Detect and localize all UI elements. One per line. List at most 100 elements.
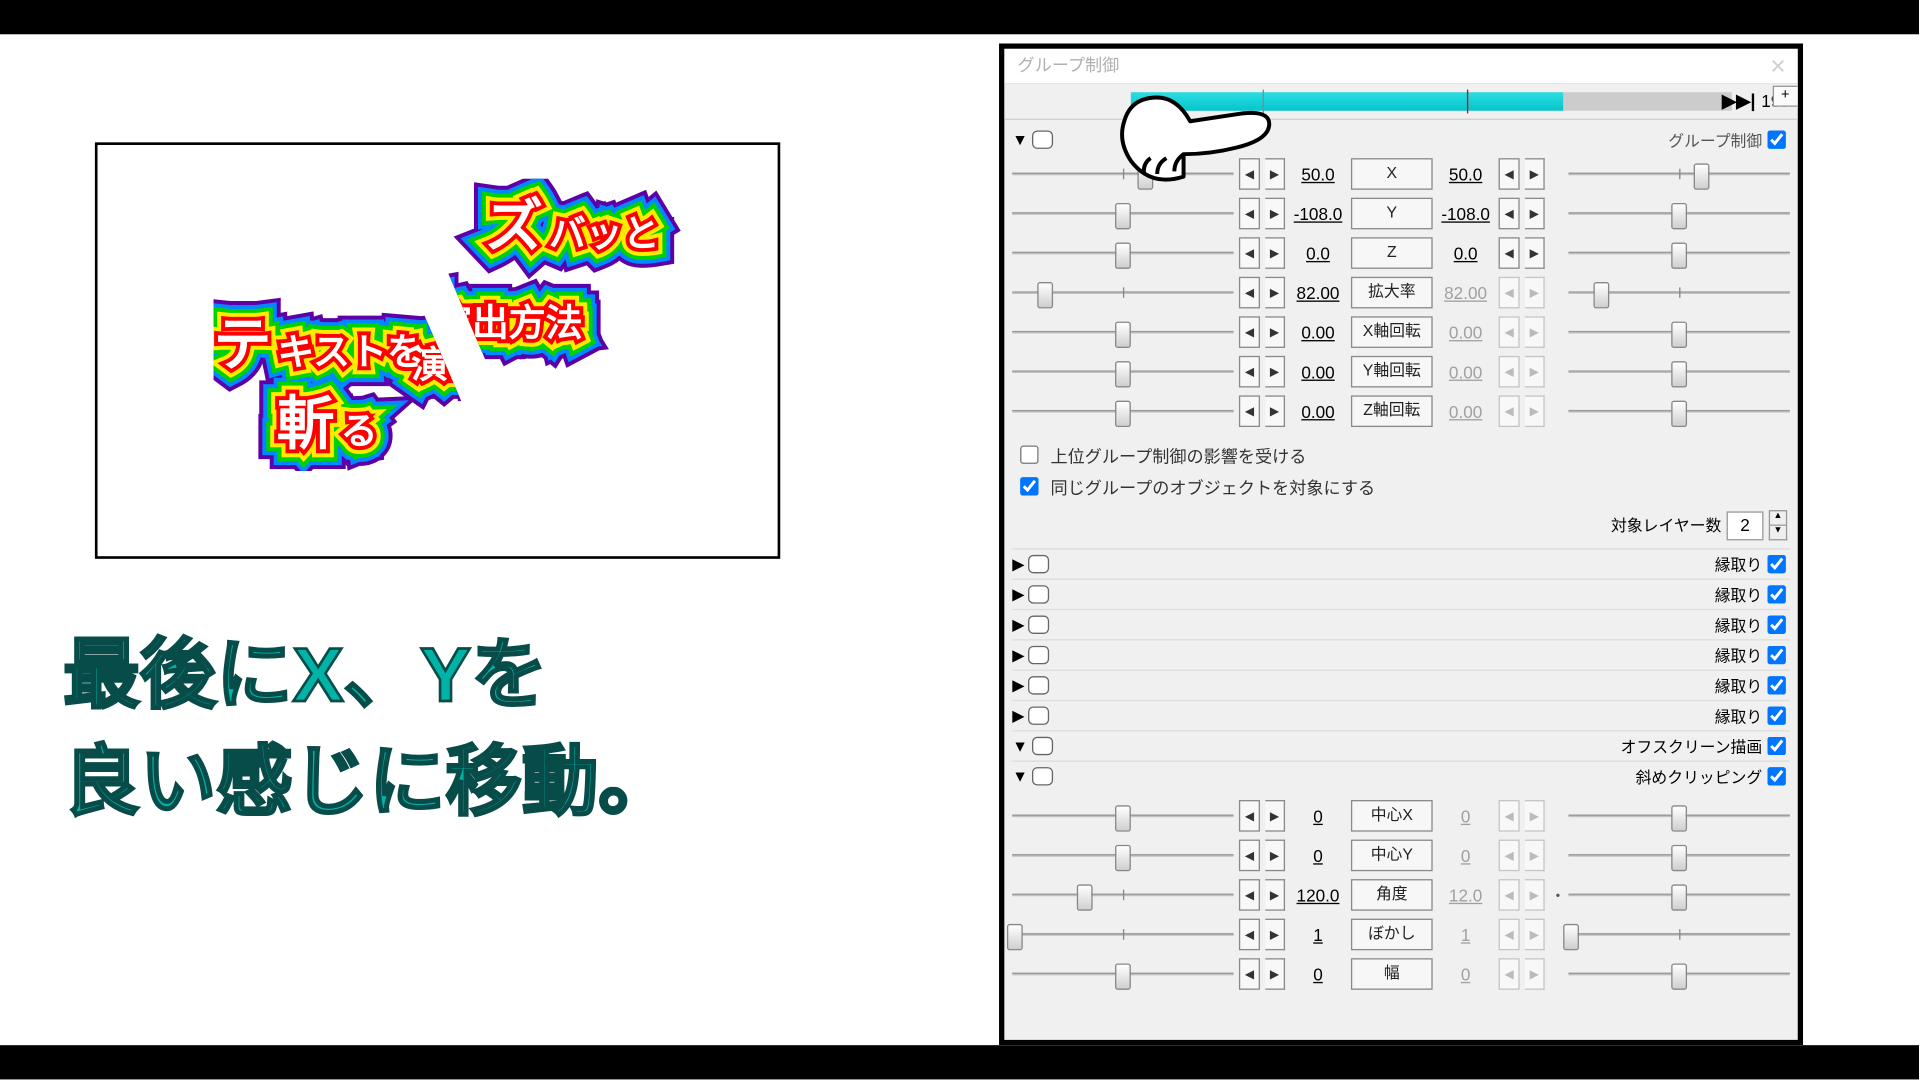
collapse-icon[interactable]: ▶ — [1012, 616, 1024, 634]
step-left-dec[interactable]: ◀ — [1239, 840, 1260, 872]
param-label-button[interactable]: X軸回転 — [1351, 316, 1433, 348]
step-left-inc[interactable]: ▶ — [1265, 237, 1285, 269]
step-left-inc[interactable]: ▶ — [1265, 277, 1285, 309]
param-label-button[interactable]: ぼかし — [1351, 919, 1433, 951]
value-left[interactable]: 0 — [1290, 845, 1345, 865]
layer-count-spinner[interactable]: ▲▼ — [1769, 510, 1787, 540]
effect-check[interactable] — [1767, 737, 1785, 755]
slider-right[interactable] — [1568, 159, 1789, 188]
slider-left[interactable] — [1012, 278, 1233, 307]
effect-check[interactable] — [1767, 676, 1785, 694]
handle-icon[interactable] — [1028, 555, 1049, 573]
slider-right[interactable] — [1568, 841, 1789, 870]
close-icon[interactable] — [1763, 53, 1792, 79]
value-left[interactable]: 0.00 — [1290, 322, 1345, 342]
slider-right[interactable] — [1568, 880, 1789, 909]
step-right-dec[interactable]: ◀ — [1499, 237, 1520, 269]
value-left[interactable]: 0.0 — [1290, 243, 1345, 263]
collapse-icon[interactable]: ▼ — [1012, 737, 1028, 755]
step-left-dec[interactable]: ◀ — [1239, 277, 1260, 309]
value-right[interactable]: 0.00 — [1438, 401, 1493, 421]
param-label-button[interactable]: X — [1351, 158, 1433, 190]
slider-left[interactable] — [1012, 960, 1233, 989]
effect-check[interactable] — [1767, 706, 1785, 724]
step-left-dec[interactable]: ◀ — [1239, 356, 1260, 388]
layer-count-input[interactable]: 2 — [1727, 511, 1764, 540]
value-right[interactable]: 0.0 — [1438, 243, 1493, 263]
slider-left[interactable] — [1012, 841, 1233, 870]
value-right[interactable]: 12.0 — [1438, 885, 1493, 905]
value-left[interactable]: 120.0 — [1290, 885, 1345, 905]
step-right-dec[interactable]: ◀ — [1499, 198, 1520, 230]
value-left[interactable]: 1 — [1290, 925, 1345, 945]
value-right[interactable]: 0 — [1438, 964, 1493, 984]
slider-left[interactable] — [1012, 239, 1233, 268]
value-right[interactable]: -108.0 — [1438, 204, 1493, 224]
step-left-inc[interactable]: ▶ — [1265, 800, 1285, 832]
slider-right[interactable] — [1568, 199, 1789, 228]
step-left-dec[interactable]: ◀ — [1239, 879, 1260, 911]
handle-icon[interactable] — [1028, 585, 1049, 603]
effect-check[interactable] — [1767, 585, 1785, 603]
step-left-inc[interactable]: ▶ — [1265, 840, 1285, 872]
collapse-icon[interactable]: ▼ — [1012, 767, 1028, 785]
param-label-button[interactable]: Y — [1351, 198, 1433, 230]
step-left-inc[interactable]: ▶ — [1265, 879, 1285, 911]
param-label-button[interactable]: 中心X — [1351, 800, 1433, 832]
plus-icon[interactable]: + — [1772, 86, 1798, 107]
step-left-dec[interactable]: ◀ — [1239, 958, 1260, 990]
upper-group-check[interactable] — [1020, 445, 1038, 463]
step-left-inc[interactable]: ▶ — [1265, 395, 1285, 427]
value-left[interactable]: 50.0 — [1290, 164, 1345, 184]
slider-right[interactable] — [1568, 357, 1789, 386]
slider-left[interactable] — [1012, 318, 1233, 347]
slider-left[interactable] — [1012, 880, 1233, 909]
param-label-button[interactable]: 角度 — [1351, 879, 1433, 911]
param-label-button[interactable]: Z軸回転 — [1351, 395, 1433, 427]
slider-left[interactable] — [1012, 397, 1233, 426]
value-right[interactable]: 0.00 — [1438, 322, 1493, 342]
param-label-button[interactable]: 拡大率 — [1351, 277, 1433, 309]
handle-icon[interactable] — [1028, 706, 1049, 724]
slider-left[interactable] — [1012, 920, 1233, 949]
effect-check[interactable] — [1767, 616, 1785, 634]
slider-right[interactable] — [1568, 318, 1789, 347]
slider-right[interactable] — [1568, 239, 1789, 268]
param-label-button[interactable]: Z — [1351, 237, 1433, 269]
value-right[interactable]: 1 — [1438, 925, 1493, 945]
slider-right[interactable] — [1568, 278, 1789, 307]
step-left-inc[interactable]: ▶ — [1265, 919, 1285, 951]
collapse-icon[interactable]: ▼ — [1012, 130, 1028, 148]
param-label-button[interactable]: Y軸回転 — [1351, 356, 1433, 388]
value-left[interactable]: -108.0 — [1290, 204, 1345, 224]
effect-check[interactable] — [1767, 646, 1785, 664]
value-left[interactable]: 0.00 — [1290, 401, 1345, 421]
param-label-button[interactable]: 幅 — [1351, 958, 1433, 990]
step-right-dec[interactable]: ◀ — [1499, 158, 1520, 190]
param-label-button[interactable]: 中心Y — [1351, 840, 1433, 872]
value-right[interactable]: 0 — [1438, 845, 1493, 865]
step-left-inc[interactable]: ▶ — [1265, 316, 1285, 348]
handle-icon[interactable] — [1028, 646, 1049, 664]
handle-icon[interactable] — [1032, 767, 1053, 785]
step-left-dec[interactable]: ◀ — [1239, 237, 1260, 269]
handle-icon[interactable] — [1032, 130, 1053, 148]
value-left[interactable]: 0.00 — [1290, 362, 1345, 382]
step-right-inc[interactable]: ▶ — [1525, 237, 1545, 269]
value-right[interactable]: 82.00 — [1438, 283, 1493, 303]
step-right-inc[interactable]: ▶ — [1525, 158, 1545, 190]
value-right[interactable]: 0.00 — [1438, 362, 1493, 382]
group-control-check[interactable] — [1767, 130, 1785, 148]
collapse-icon[interactable]: ▶ — [1012, 676, 1024, 694]
slider-right[interactable] — [1568, 397, 1789, 426]
step-left-inc[interactable]: ▶ — [1265, 356, 1285, 388]
step-left-inc[interactable]: ▶ — [1265, 958, 1285, 990]
slider-right[interactable] — [1568, 960, 1789, 989]
forward-icon[interactable]: ▶▶| — [1722, 90, 1756, 112]
value-left[interactable]: 82.00 — [1290, 283, 1345, 303]
same-group-check[interactable] — [1020, 477, 1038, 495]
collapse-icon[interactable]: ▶ — [1012, 646, 1024, 664]
step-left-dec[interactable]: ◀ — [1239, 800, 1260, 832]
handle-icon[interactable] — [1028, 616, 1049, 634]
slider-right[interactable] — [1568, 920, 1789, 949]
